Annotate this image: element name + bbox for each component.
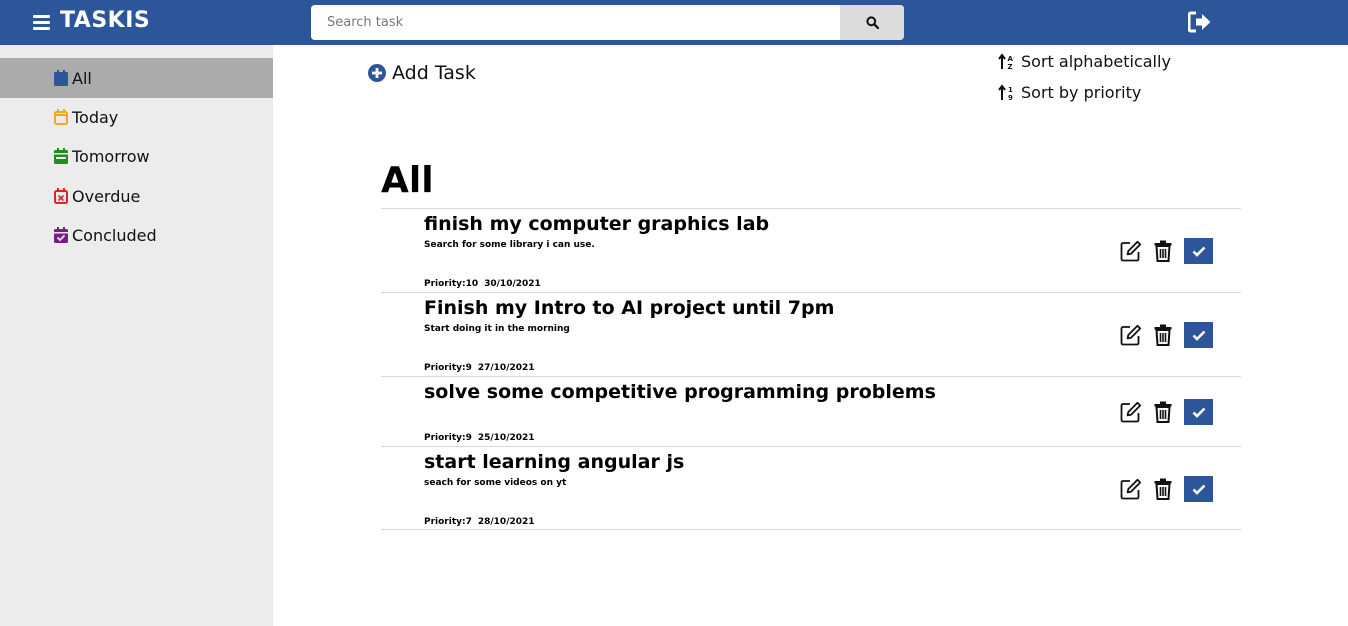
- delete-task-button[interactable]: [1154, 478, 1172, 500]
- task-priority: Priority:9: [424, 363, 472, 373]
- calendar-check-icon: [54, 227, 68, 243]
- task-date: 30/10/2021: [484, 279, 541, 289]
- calendar-outline-icon: [54, 109, 68, 125]
- sort-alpha-icon: AZ: [998, 52, 1015, 71]
- sidebar-item-label: Today: [72, 107, 119, 127]
- calendar-icon: [54, 70, 68, 86]
- sidebar-item-label: Tomorrow: [72, 146, 150, 166]
- task-description: Start doing it in the morning: [424, 324, 570, 334]
- svg-text:1: 1: [1008, 86, 1013, 94]
- edit-task-button[interactable]: [1120, 240, 1142, 262]
- sidebar-item-label: Overdue: [72, 186, 141, 206]
- sidebar-item-today[interactable]: Today: [0, 97, 273, 137]
- task-description: Search for some library i can use.: [424, 240, 595, 250]
- logout-button[interactable]: [1187, 11, 1212, 33]
- check-icon: [1192, 407, 1205, 418]
- task-date: 25/10/2021: [477, 433, 535, 443]
- sidebar-item-all[interactable]: All: [0, 58, 273, 98]
- sidebar-item-concluded[interactable]: Concluded: [0, 215, 273, 255]
- svg-text:A: A: [1008, 55, 1014, 63]
- task-item: start learning angular js seach for some…: [381, 446, 1241, 530]
- task-meta: Priority:7 28/10/2021: [424, 517, 535, 527]
- hamburger-menu-icon[interactable]: [33, 12, 51, 32]
- search-input[interactable]: [311, 5, 840, 40]
- complete-task-button[interactable]: [1184, 399, 1213, 425]
- add-task-label: Add Task: [392, 62, 476, 84]
- check-icon: [1192, 484, 1205, 495]
- task-meta: Priority:9 25/10/2021: [424, 433, 535, 443]
- complete-task-button[interactable]: [1184, 238, 1213, 264]
- delete-task-button[interactable]: [1154, 240, 1172, 262]
- edit-icon: [1120, 401, 1142, 423]
- task-date: 27/10/2021: [477, 363, 535, 373]
- task-title: finish my computer graphics lab: [424, 213, 770, 235]
- complete-task-button[interactable]: [1184, 476, 1213, 502]
- sort-priority-label: Sort by priority: [1021, 83, 1142, 102]
- task-item: finish my computer graphics lab Search f…: [381, 208, 1241, 292]
- trash-icon: [1154, 324, 1172, 346]
- task-list: finish my computer graphics lab Search f…: [381, 208, 1241, 530]
- add-task-button[interactable]: Add Task: [368, 62, 476, 84]
- sort-alphabetically-button[interactable]: AZ Sort alphabetically: [998, 52, 1171, 71]
- trash-icon: [1154, 401, 1172, 423]
- task-item: Finish my Intro to AI project until 7pm …: [381, 292, 1241, 376]
- section-title: All: [381, 160, 434, 201]
- plus-circle-icon: [368, 64, 386, 82]
- sidebar-item-label: Concluded: [72, 225, 157, 245]
- edit-icon: [1120, 478, 1142, 500]
- check-icon: [1192, 246, 1205, 257]
- search-icon: [865, 16, 879, 29]
- top-bar: TASKIS: [0, 0, 1348, 45]
- sign-out-icon: [1187, 11, 1211, 33]
- edit-task-button[interactable]: [1120, 324, 1142, 346]
- task-priority: Priority:7: [424, 517, 472, 527]
- task-meta: Priority:9 27/10/2021: [424, 363, 535, 373]
- check-icon: [1192, 330, 1205, 341]
- sidebar-item-tomorrow[interactable]: Tomorrow: [0, 136, 273, 176]
- complete-task-button[interactable]: [1184, 322, 1213, 348]
- task-meta: Priority:10 30/10/2021: [424, 279, 541, 289]
- task-priority: Priority:9: [424, 433, 472, 443]
- sort-numeric-icon: 19: [998, 83, 1015, 102]
- calendar-x-icon: [54, 188, 68, 204]
- calendar-minus-icon: [54, 148, 68, 164]
- task-item: solve some competitive programming probl…: [381, 376, 1241, 446]
- task-description: seach for some videos on yt: [424, 478, 567, 488]
- sidebar-item-label: All: [72, 68, 92, 88]
- edit-icon: [1120, 240, 1142, 262]
- brand-logo[interactable]: TASKIS: [60, 8, 150, 33]
- delete-task-button[interactable]: [1154, 401, 1172, 423]
- task-title: start learning angular js: [424, 451, 685, 473]
- sidebar-item-overdue[interactable]: Overdue: [0, 176, 273, 216]
- task-title: Finish my Intro to AI project until 7pm: [424, 297, 835, 319]
- task-priority: Priority:10: [424, 279, 479, 289]
- search-button[interactable]: [840, 5, 904, 40]
- task-date: 28/10/2021: [477, 517, 535, 527]
- task-title: solve some competitive programming probl…: [424, 381, 936, 403]
- svg-text:Z: Z: [1008, 63, 1013, 71]
- search-box: [311, 5, 904, 40]
- edit-task-button[interactable]: [1120, 401, 1142, 423]
- sort-by-priority-button[interactable]: 19 Sort by priority: [998, 83, 1141, 102]
- edit-task-button[interactable]: [1120, 478, 1142, 500]
- trash-icon: [1154, 478, 1172, 500]
- delete-task-button[interactable]: [1154, 324, 1172, 346]
- sort-alpha-label: Sort alphabetically: [1021, 52, 1171, 71]
- sidebar: All Today Tomorrow Overdue Concluded: [0, 45, 273, 626]
- trash-icon: [1154, 240, 1172, 262]
- edit-icon: [1120, 324, 1142, 346]
- svg-text:9: 9: [1008, 94, 1013, 102]
